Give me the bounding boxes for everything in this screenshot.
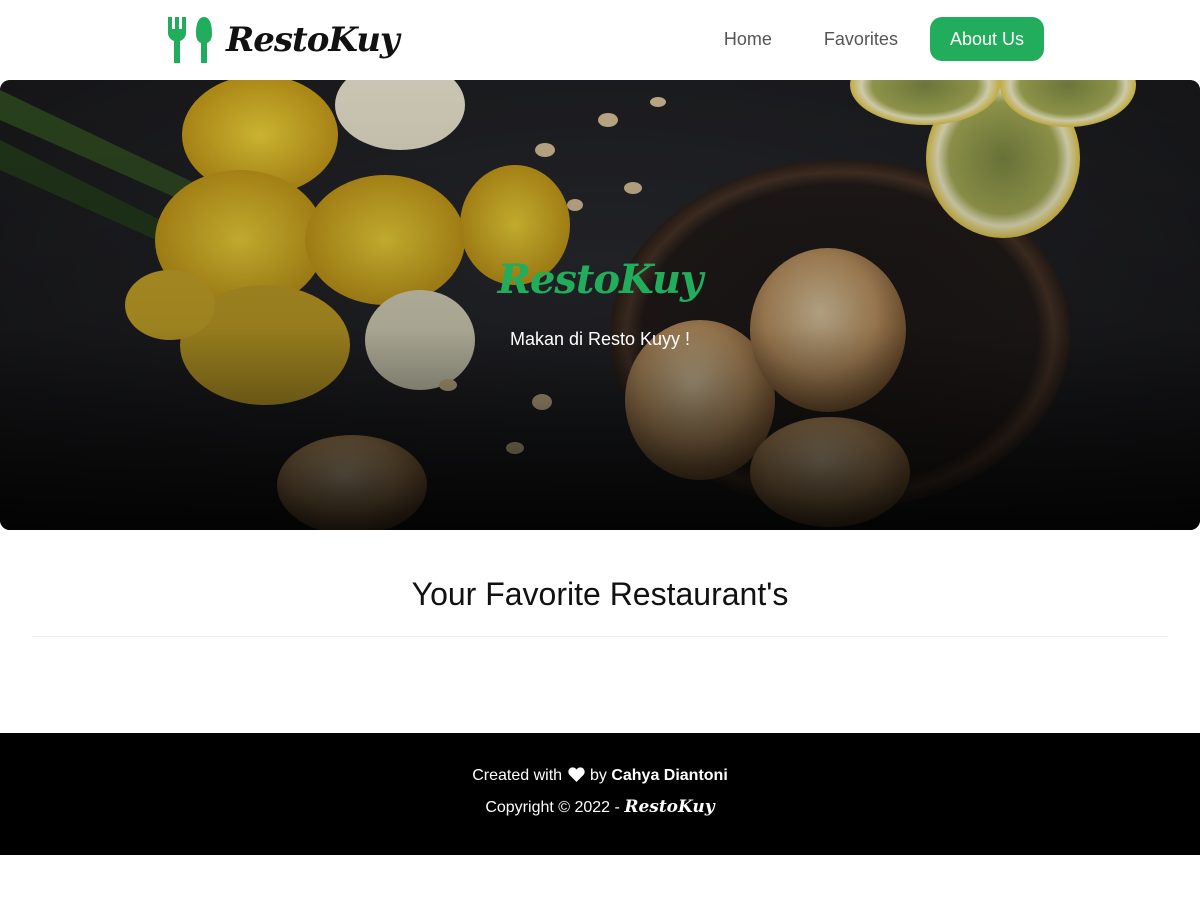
brand-name: RestoKuy [226, 20, 400, 60]
hero-tagline: Makan di Resto Kuyy ! [509, 329, 691, 349]
footer-copyright-text: Copyright © 2022 - [485, 799, 620, 816]
section-divider [32, 636, 1168, 637]
brand-logo-link[interactable]: RestoKuy [166, 14, 400, 66]
footer-copyright-line: Copyright © 2022 - RestoKuy [0, 797, 1200, 817]
nav-about-us-link[interactable]: About Us [929, 17, 1044, 61]
footer-created-text: Created with [472, 767, 563, 784]
site-footer: Created with by Cahya Diantoni Copyright… [0, 733, 1200, 855]
main-content: Your Favorite Restaurant's [32, 530, 1168, 733]
footer-brand-name: RestoKuy [624, 797, 715, 817]
heart-icon [567, 767, 585, 782]
nav-home-link[interactable]: Home [704, 17, 792, 61]
hero-title: RestoKuy [497, 256, 704, 303]
fork-spoon-icon [168, 17, 212, 63]
nav-favorites-link[interactable]: Favorites [804, 17, 918, 61]
main-nav: Home Favorites About Us [692, 17, 1044, 61]
footer-author-name: Cahya Diantoni [611, 767, 728, 784]
favorite-restaurants-heading: Your Favorite Restaurant's [411, 576, 789, 612]
footer-credit-line: Created with by Cahya Diantoni [0, 767, 1200, 785]
hero-content: RestoKuy Makan di Resto Kuyy ! [0, 256, 1200, 350]
hero-banner: RestoKuy Makan di Resto Kuyy ! [0, 80, 1200, 530]
site-header: RestoKuy Home Favorites About Us [0, 0, 1200, 80]
footer-by-text: by [589, 767, 607, 784]
